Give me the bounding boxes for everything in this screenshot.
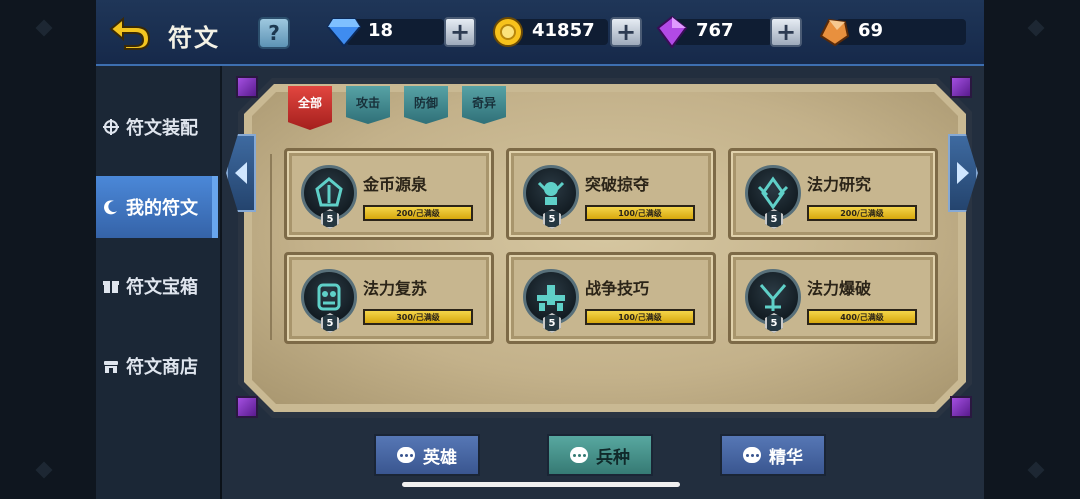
back-button[interactable] <box>108 14 152 52</box>
diamond-resource: 18 <box>324 16 444 48</box>
sidebar-item-label: 符文装配 <box>126 118 198 139</box>
corner-gem <box>950 76 972 98</box>
rune-name: 金币源泉 <box>363 175 428 194</box>
help-button[interactable]: ? <box>258 17 290 49</box>
corner-gem <box>950 396 972 418</box>
page-title: 符文 <box>168 24 220 52</box>
rune-card[interactable]: 5 法力研究 200/己满级 <box>728 148 938 240</box>
crystal-count: 767 <box>696 20 734 41</box>
rune-progress-text: 200/己满级 <box>396 208 440 218</box>
chat-bubble-icon <box>743 447 761 463</box>
rune-name: 突破掠夺 <box>585 175 650 194</box>
chat-bubble-icon <box>397 447 415 463</box>
ore-icon <box>814 16 854 48</box>
gold-coin-icon <box>488 16 528 48</box>
rune-name: 法力复苏 <box>363 279 428 298</box>
corner-gem <box>236 396 258 418</box>
right-margin <box>980 0 1080 499</box>
tab-attack[interactable]: 攻击 <box>346 86 390 124</box>
rune-progress-text: 300/己满级 <box>396 312 440 322</box>
chat-bubble-icon <box>570 447 588 463</box>
sidebar-item-rune-shop[interactable]: 符文商店 <box>96 335 220 397</box>
rune-progress-bar: 200/己满级 <box>363 205 473 221</box>
rune-progress-bar: 100/己满级 <box>585 205 695 221</box>
sidebar-item-label: 我的符文 <box>126 198 198 219</box>
rune-progress-text: 200/己满级 <box>840 208 884 218</box>
troops-button[interactable]: 兵种 <box>547 434 653 476</box>
rune-name: 法力爆破 <box>807 279 872 298</box>
ore-count: 69 <box>858 20 884 41</box>
diamond-icon <box>324 16 364 48</box>
rune-card[interactable]: 5 战争技巧 100/己满级 <box>506 252 716 344</box>
add-gold-button[interactable]: + <box>610 17 642 47</box>
rune-name: 法力研究 <box>807 175 872 194</box>
list-divider <box>270 154 272 340</box>
gold-resource: 41857 <box>488 16 608 48</box>
gift-box-icon <box>102 277 120 295</box>
sidebar-item-my-runes[interactable]: 我的符文 <box>96 176 218 238</box>
rune-card[interactable]: 5 金币源泉 200/己满级 <box>284 148 494 240</box>
game-screen: 符文 ? 18 + 41857 + 767 + 69 符文装配 我的符文 符文宝… <box>0 0 1080 499</box>
back-arrow-icon <box>109 16 151 50</box>
crescent-icon <box>102 198 120 216</box>
sidebar-item-rune-chest[interactable]: 符文宝箱 <box>96 255 220 317</box>
rune-card[interactable]: 5 法力爆破 400/己满级 <box>728 252 938 344</box>
sidebar-item-label: 符文商店 <box>126 357 198 378</box>
essence-button[interactable]: 精华 <box>720 434 826 476</box>
rune-progress-bar: 100/己满级 <box>585 309 695 325</box>
ore-resource: 69 <box>814 16 966 48</box>
corner-gem <box>236 76 258 98</box>
rune-card[interactable]: 5 法力复苏 300/己满级 <box>284 252 494 344</box>
diamond-count: 18 <box>368 20 394 41</box>
button-label: 精华 <box>769 447 803 468</box>
left-margin <box>0 0 96 499</box>
sidebar-item-rune-assembly[interactable]: 符文装配 <box>96 96 220 158</box>
tab-all[interactable]: 全部 <box>288 86 332 130</box>
target-icon <box>102 118 120 136</box>
rune-sidebar: 符文装配 我的符文 符文宝箱 符文商店 <box>96 66 220 499</box>
rune-progress-text: 400/己满级 <box>840 312 884 322</box>
add-diamond-button[interactable]: + <box>444 17 476 47</box>
gold-count: 41857 <box>532 20 595 41</box>
home-indicator[interactable] <box>402 482 680 487</box>
tab-exotic[interactable]: 奇异 <box>462 86 506 124</box>
rune-card[interactable]: 5 突破掠夺 100/己满级 <box>506 148 716 240</box>
sidebar-item-label: 符文宝箱 <box>126 277 198 298</box>
resource-bar <box>836 19 966 45</box>
rune-name: 战争技巧 <box>585 279 650 298</box>
add-crystal-button[interactable]: + <box>770 17 802 47</box>
parchment-background <box>252 92 958 404</box>
button-label: 英雄 <box>423 447 457 468</box>
chevron-right-icon <box>957 162 969 184</box>
rune-progress-text: 100/己满级 <box>618 208 662 218</box>
button-label: 兵种 <box>596 447 630 468</box>
rune-progress-bar: 300/己满级 <box>363 309 473 325</box>
crystal-resource: 767 <box>652 16 772 48</box>
top-bar: 符文 ? 18 + 41857 + 767 + 69 <box>96 0 984 66</box>
heroes-button[interactable]: 英雄 <box>374 434 480 476</box>
rune-progress-bar: 200/己满级 <box>807 205 917 221</box>
shop-icon <box>102 357 120 375</box>
tab-defense[interactable]: 防御 <box>404 86 448 124</box>
purple-crystal-icon <box>652 16 692 48</box>
chevron-left-icon <box>235 162 247 184</box>
rune-progress-bar: 400/己满级 <box>807 309 917 325</box>
rune-progress-text: 100/己满级 <box>618 312 662 322</box>
